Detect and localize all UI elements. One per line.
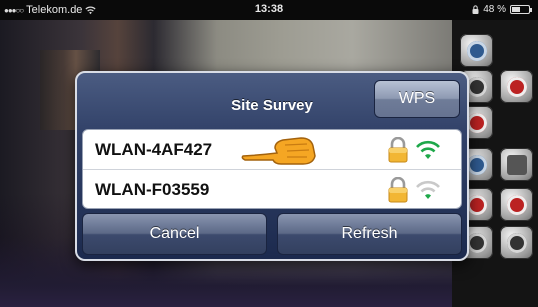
cancel-button[interactable]: Cancel xyxy=(82,213,267,255)
network-ssid: WLAN-4AF427 xyxy=(95,140,213,159)
clock: 13:38 xyxy=(254,3,284,15)
battery-percentage: 48 % xyxy=(483,4,506,15)
lock-icon xyxy=(388,137,408,163)
settings-button[interactable] xyxy=(460,34,493,67)
network-ssid: WLAN-F03559 xyxy=(95,180,210,199)
zoom-button[interactable] xyxy=(500,148,533,181)
zoom-icon xyxy=(506,154,527,175)
video-icon xyxy=(466,76,487,97)
speaker-icon xyxy=(466,232,487,253)
playback-icon xyxy=(466,194,487,215)
ptz-icon xyxy=(506,194,527,215)
record-icon xyxy=(466,112,487,133)
wifi-signal-icon xyxy=(416,140,440,159)
wifi-signal-icon xyxy=(416,180,440,199)
status-bar: ●●●○○ Telekom.de 13:38 48 % xyxy=(0,0,538,20)
network-list: WLAN-4AF427 WLAN-F03559 xyxy=(82,129,462,209)
network-row[interactable]: WLAN-4AF427 xyxy=(83,130,461,170)
refresh-button[interactable]: Refresh xyxy=(277,213,462,255)
status-right: 48 % xyxy=(472,4,532,15)
audio-button[interactable] xyxy=(500,70,533,103)
snapshot-icon xyxy=(466,154,487,175)
battery-level-fill xyxy=(512,7,520,12)
microphone-icon xyxy=(506,232,527,253)
network-row[interactable]: WLAN-F03559 xyxy=(83,170,461,208)
pointing-hand-icon xyxy=(241,137,316,165)
lock-icon xyxy=(472,5,479,14)
wps-button[interactable]: WPS xyxy=(374,80,460,118)
lock-icon xyxy=(388,177,408,203)
settings-icon xyxy=(466,40,487,61)
audio-icon xyxy=(506,76,527,97)
microphone-button[interactable] xyxy=(500,226,533,259)
site-survey-dialog: Site Survey WPS WLAN-4AF427 WLAN-F03559 xyxy=(75,71,469,261)
ptz-button[interactable] xyxy=(500,188,533,221)
battery-icon xyxy=(510,5,532,14)
